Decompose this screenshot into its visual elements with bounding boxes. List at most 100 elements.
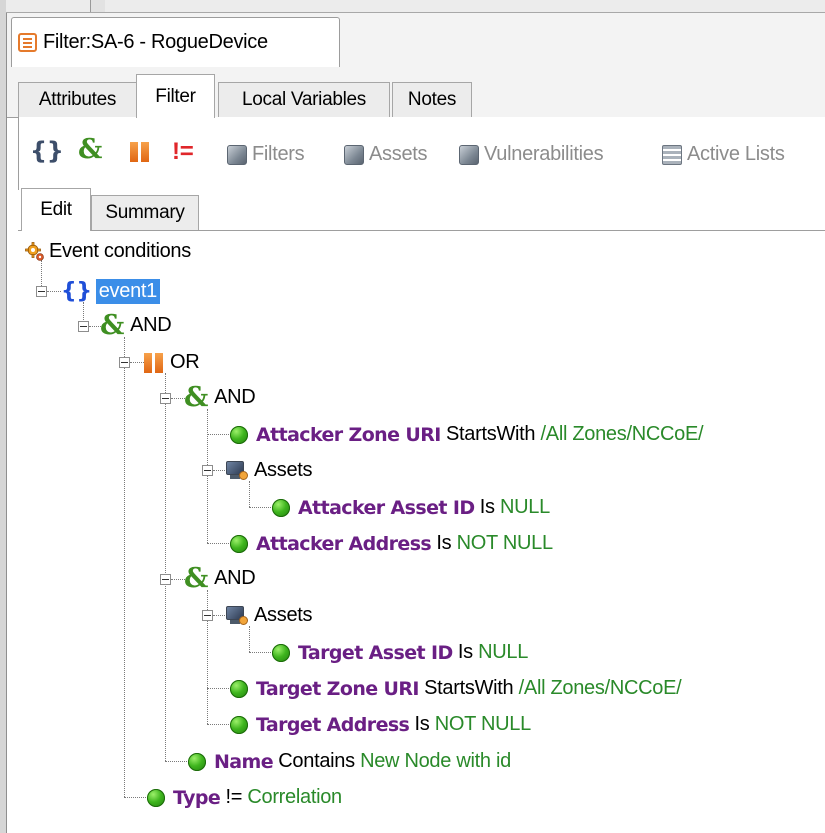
condition-value: /All Zones/NCCoE/ xyxy=(540,423,704,445)
condition-field: Attacker Asset ID xyxy=(298,496,475,519)
frame-divider xyxy=(90,0,105,12)
tree-connector xyxy=(207,543,231,544)
condition-attacker-asset-id[interactable]: Attacker Asset ID Is NULL xyxy=(272,496,550,519)
root-label: Event conditions xyxy=(49,240,191,262)
vulnerabilities-icon xyxy=(459,144,479,165)
tab-attributes[interactable]: Attributes xyxy=(18,82,137,117)
tab-filter[interactable]: Filter xyxy=(136,74,215,118)
condition-field: Target Address xyxy=(256,713,410,736)
add-not-equal-button[interactable]: != xyxy=(172,138,197,166)
collapse-toggle[interactable] xyxy=(160,574,171,585)
condition-field: Target Asset ID xyxy=(298,641,453,664)
condition-value: New Node with id xyxy=(360,750,511,772)
subtab-edit-label: Edit xyxy=(40,199,72,220)
tree-connector xyxy=(171,398,185,399)
condition-dot-icon xyxy=(188,752,206,771)
tree-connector xyxy=(213,615,225,616)
window-frame-left xyxy=(0,0,7,833)
add-and-button[interactable]: & xyxy=(78,136,108,163)
condition-operator: StartsWith xyxy=(446,423,536,445)
collapse-toggle[interactable] xyxy=(78,321,89,332)
tab-notes[interactable]: Notes xyxy=(392,82,472,117)
vulnerabilities-button[interactable]: Vulnerabilities xyxy=(459,143,604,166)
active-lists-icon xyxy=(662,144,682,165)
and-icon: & xyxy=(100,310,125,341)
condition-operator: Contains xyxy=(278,750,355,772)
tree-node-and-attacker[interactable]: & AND xyxy=(184,384,256,411)
collapse-toggle[interactable] xyxy=(202,610,213,621)
tree-connector xyxy=(213,470,225,471)
add-or-button[interactable] xyxy=(130,142,156,162)
tree-connector xyxy=(207,434,231,435)
and-label: AND xyxy=(214,567,256,589)
document-tab-title: Filter:SA-6 - RogueDevice xyxy=(43,31,268,53)
tree-connector xyxy=(207,688,231,689)
condition-field: Name xyxy=(214,750,274,773)
tree-connector xyxy=(207,409,208,543)
tree-node-assets-target[interactable]: Assets xyxy=(226,604,313,627)
active-lists-button[interactable]: Active Lists xyxy=(662,143,785,166)
add-event-button[interactable]: {} xyxy=(30,139,68,163)
condition-value: NOT NULL xyxy=(434,713,531,735)
vulnerabilities-label: Vulnerabilities xyxy=(484,143,604,165)
tree-node-and[interactable]: & AND xyxy=(100,310,172,341)
asset-icon xyxy=(226,460,248,481)
tab-notes-label: Notes xyxy=(407,89,457,110)
assets-icon xyxy=(344,144,364,165)
and-icon: & xyxy=(78,134,103,165)
collapse-toggle[interactable] xyxy=(160,393,171,404)
condition-dot-icon xyxy=(230,679,248,698)
condition-attacker-address[interactable]: Attacker Address Is NOT NULL xyxy=(230,532,553,555)
condition-value: Correlation xyxy=(247,786,342,808)
subtab-summary-label: Summary xyxy=(105,202,185,223)
tab-local-variables-label: Local Variables xyxy=(241,89,366,110)
subtab-summary[interactable]: Summary xyxy=(91,195,199,230)
condition-operator: Is xyxy=(479,496,495,518)
condition-dot-icon xyxy=(230,715,248,734)
and-icon: & xyxy=(184,563,209,594)
condition-operator: != xyxy=(225,786,243,808)
tree-connector xyxy=(165,761,189,762)
condition-operator: Is xyxy=(414,713,430,735)
condition-operator: Is xyxy=(436,532,452,554)
tree-connector xyxy=(207,724,231,725)
tree-node-or[interactable]: OR xyxy=(144,351,200,374)
condition-field: Attacker Address xyxy=(256,532,432,555)
collapse-toggle[interactable] xyxy=(119,357,130,368)
filter-document-icon xyxy=(18,33,37,52)
window-frame-top xyxy=(6,0,825,13)
tree-node-event1[interactable]: {} event1 xyxy=(61,279,160,304)
tree-node-and-target[interactable]: & AND xyxy=(184,563,256,594)
event1-label: event1 xyxy=(95,279,160,304)
tree-connector xyxy=(124,797,148,798)
condition-target-address[interactable]: Target Address Is NOT NULL xyxy=(230,713,531,736)
condition-value: NOT NULL xyxy=(456,532,553,554)
collapse-toggle[interactable] xyxy=(202,465,213,476)
tree-root-event-conditions[interactable]: Event conditions xyxy=(25,240,191,263)
condition-field: Type xyxy=(173,786,221,809)
asset-icon xyxy=(226,605,248,626)
tree-node-assets-attacker[interactable]: Assets xyxy=(226,459,313,482)
condition-type[interactable]: Type != Correlation xyxy=(147,786,342,809)
condition-value: /All Zones/NCCoE/ xyxy=(518,677,682,699)
tree-connector xyxy=(249,626,250,652)
assets-label: Assets xyxy=(254,459,313,481)
condition-attacker-zone-uri[interactable]: Attacker Zone URI StartsWith /All Zones/… xyxy=(230,423,704,446)
tab-local-variables[interactable]: Local Variables xyxy=(218,82,390,117)
condition-target-zone-uri[interactable]: Target Zone URI StartsWith /All Zones/NC… xyxy=(230,677,682,700)
tree-connector xyxy=(249,652,273,653)
document-tab[interactable]: Filter:SA-6 - RogueDevice xyxy=(11,17,340,67)
collapse-toggle[interactable] xyxy=(36,286,47,297)
condition-dot-icon xyxy=(230,534,248,553)
condition-field: Target Zone URI xyxy=(256,677,419,700)
or-label: OR xyxy=(170,351,200,373)
condition-value: NULL xyxy=(500,496,550,518)
condition-target-asset-id[interactable]: Target Asset ID Is NULL xyxy=(272,641,528,664)
assets-label: Assets xyxy=(369,143,428,165)
subtab-edit[interactable]: Edit xyxy=(21,188,91,231)
filters-button[interactable]: Filters xyxy=(227,143,305,166)
condition-name[interactable]: Name Contains New Node with id xyxy=(188,750,511,773)
or-icon xyxy=(144,352,163,373)
assets-button[interactable]: Assets xyxy=(344,143,428,166)
condition-value: NULL xyxy=(478,641,529,663)
